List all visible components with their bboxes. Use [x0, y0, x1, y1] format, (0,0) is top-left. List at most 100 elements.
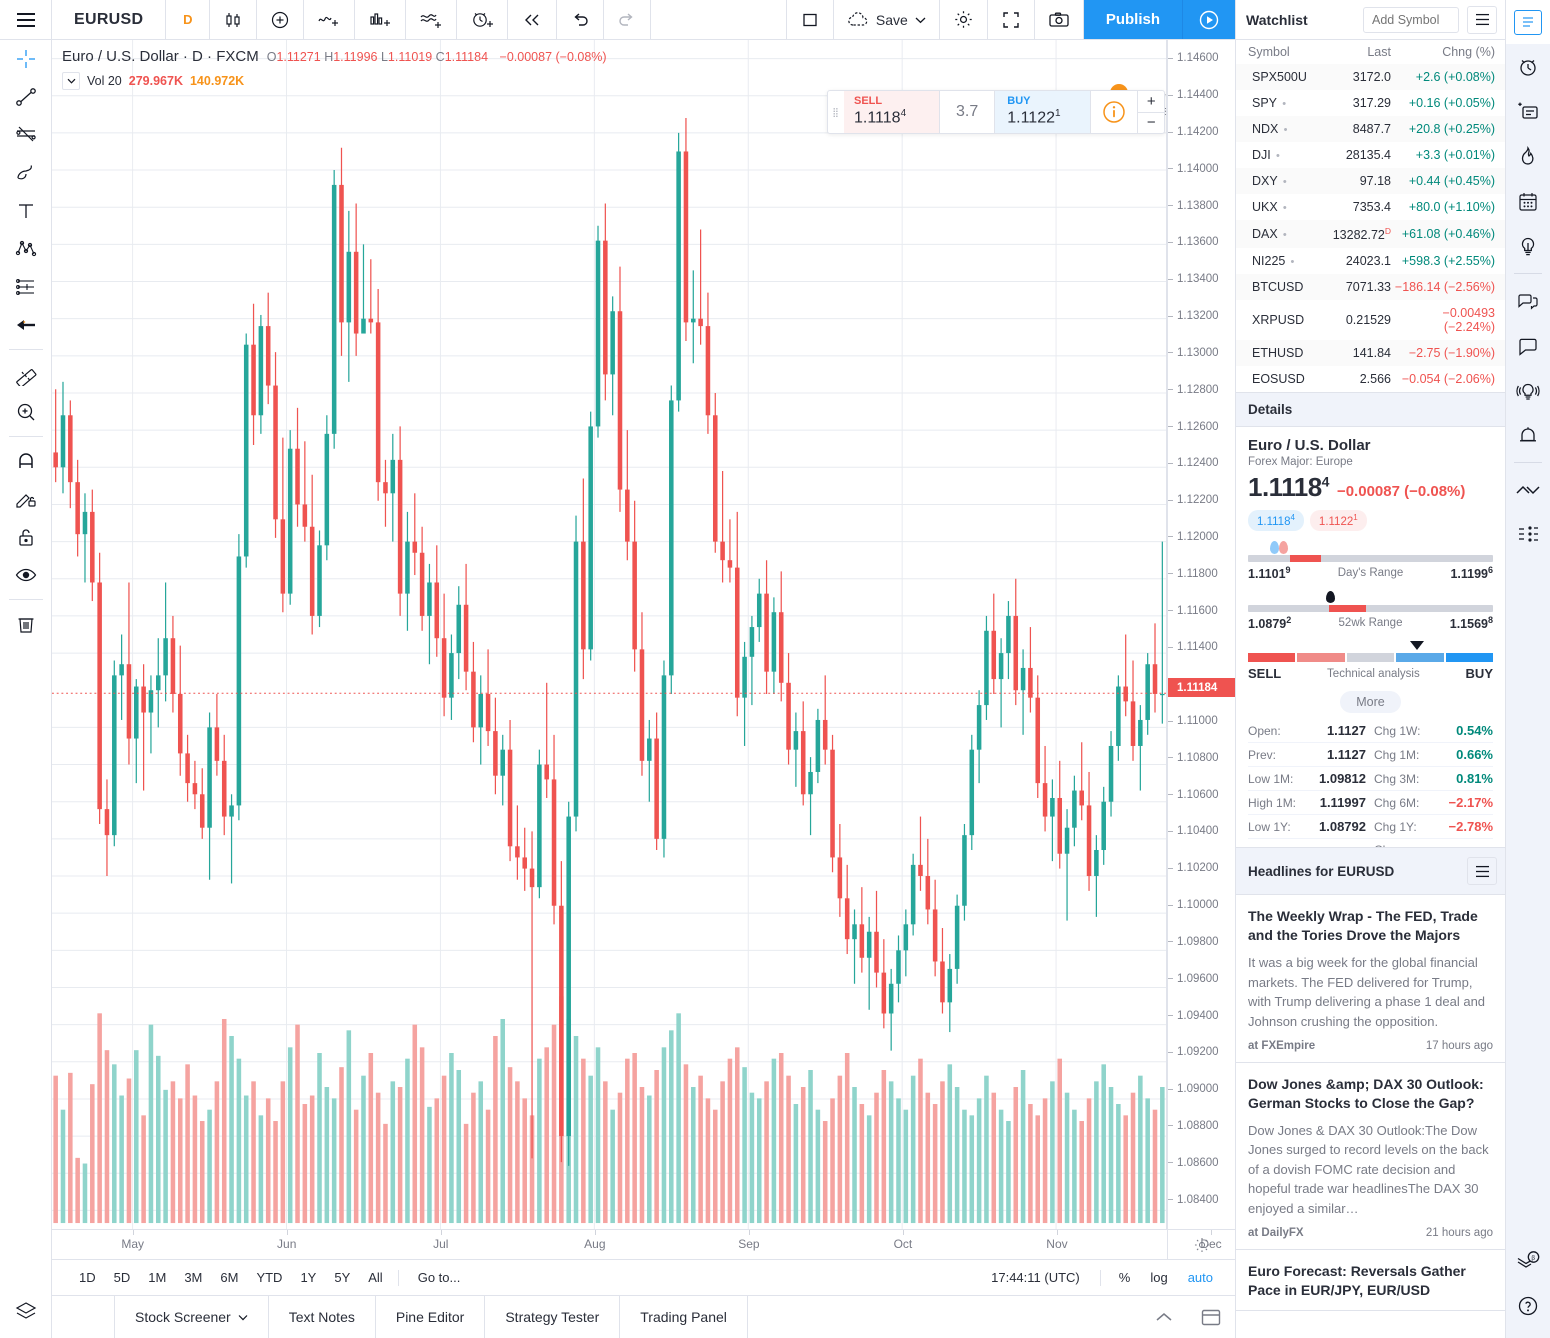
- percent-scale-toggle[interactable]: %: [1111, 1267, 1139, 1288]
- watchlist-menu-icon[interactable]: [1467, 5, 1497, 34]
- add-symbol-input[interactable]: [1363, 6, 1459, 33]
- text-tool-icon[interactable]: [0, 192, 52, 230]
- range-button-1d[interactable]: 1D: [70, 1267, 105, 1288]
- compare-add-icon[interactable]: [257, 0, 305, 39]
- private-chats-icon[interactable]: [1506, 323, 1550, 368]
- order-panel-icon[interactable]: [1506, 512, 1550, 557]
- hide-drawings-icon[interactable]: [0, 556, 52, 594]
- redo-icon[interactable]: [604, 0, 652, 39]
- bottom-tab-stock-screener[interactable]: Stock Screener: [114, 1296, 269, 1338]
- stay-in-drawing-mode-icon[interactable]: [0, 480, 52, 518]
- range-button-6m[interactable]: 6M: [211, 1267, 247, 1288]
- time-scale[interactable]: May Jun Jul Aug Sep Oct Nov Dec: [52, 1229, 1235, 1259]
- calendar-icon[interactable]: [1506, 179, 1550, 224]
- news-item[interactable]: Euro Forecast: Reversals Gather Pace in …: [1236, 1250, 1505, 1312]
- watchlist-row[interactable]: ETHUSD 141.84 −2.75 (−1.90%): [1236, 340, 1505, 367]
- go-to-date-button[interactable]: Go to...: [409, 1267, 470, 1288]
- watchlist-row[interactable]: XRPUSD 0.21529 −0.00493 (−2.24%): [1236, 300, 1505, 340]
- news-item[interactable]: Dow Jones &amp; DAX 30 Outlook: German S…: [1236, 1063, 1505, 1251]
- snapshot-camera-icon[interactable]: [1035, 0, 1084, 39]
- watchlist-panel-icon[interactable]: [1505, 0, 1550, 44]
- undo-icon[interactable]: [557, 0, 605, 39]
- chart-type-icon[interactable]: [210, 0, 258, 39]
- more-button[interactable]: More: [1340, 691, 1401, 714]
- bottom-tab-strategy-tester[interactable]: Strategy Tester: [485, 1296, 621, 1338]
- fib-tool-icon[interactable]: [0, 116, 52, 154]
- log-scale-toggle[interactable]: log: [1142, 1267, 1175, 1288]
- crosshair-tool-icon[interactable]: [0, 40, 52, 78]
- watchlist-row[interactable]: BTCUSD 7071.33 −186.14 (−2.56%): [1236, 274, 1505, 301]
- range-button-3m[interactable]: 3M: [175, 1267, 211, 1288]
- headlines-menu-icon[interactable]: [1467, 857, 1497, 886]
- ideas-lightbulb-icon[interactable]: [1506, 224, 1550, 269]
- auto-scale-toggle[interactable]: auto: [1180, 1267, 1221, 1288]
- chart-plot[interactable]: Euro / U.S. Dollar · D · FXCM O1.11271 H1…: [52, 40, 1167, 1229]
- price-scale[interactable]: 1.14600 1.14400 1.14200 1.14000 1.13800 1.136…: [1167, 40, 1235, 1229]
- info-icon[interactable]: [1090, 91, 1137, 133]
- decrease-button[interactable]: −: [1138, 113, 1164, 134]
- help-icon[interactable]: [1506, 1283, 1550, 1328]
- publish-button[interactable]: Publish: [1083, 0, 1183, 39]
- range-button-5y[interactable]: 5Y: [325, 1267, 359, 1288]
- watchlist-row[interactable]: DXY • 97.18 +0.44 (+0.45%): [1236, 168, 1505, 194]
- buy-button[interactable]: BUY 1.11221: [994, 91, 1091, 133]
- drag-handle-icon[interactable]: ⣿: [828, 91, 844, 133]
- news-feed[interactable]: The Weekly Wrap - The FED, Trade and the…: [1236, 895, 1505, 1338]
- interval-button[interactable]: D: [166, 0, 211, 39]
- watchlist-row[interactable]: UKX • 7353.4 +80.0 (+1.10%): [1236, 194, 1505, 220]
- watchlist-row[interactable]: DJI • 28135.4 +3.3 (+0.01%): [1236, 142, 1505, 168]
- bottom-tab-trading-panel[interactable]: Trading Panel: [620, 1296, 748, 1338]
- increase-button[interactable]: +: [1138, 91, 1165, 113]
- save-button[interactable]: Save: [834, 0, 940, 39]
- data-window-icon[interactable]: [1506, 89, 1550, 134]
- technical-analysis-gauge[interactable]: SELL Technical analysis BUY: [1248, 641, 1494, 681]
- range-button-5d[interactable]: 5D: [105, 1267, 140, 1288]
- chevron-down-icon[interactable]: [62, 72, 80, 90]
- go-live-icon[interactable]: [1183, 0, 1235, 39]
- alerts-clock-icon[interactable]: [1506, 44, 1550, 89]
- sell-button[interactable]: SELL 1.11184: [844, 91, 940, 133]
- range-button-ytd[interactable]: YTD: [247, 1267, 291, 1288]
- hotlist-fire-icon[interactable]: [1506, 134, 1550, 179]
- replay-icon[interactable]: [508, 0, 558, 39]
- magnet-tool-icon[interactable]: [0, 442, 52, 480]
- news-item[interactable]: The Weekly Wrap - The FED, Trade and the…: [1236, 895, 1505, 1064]
- remove-drawings-icon[interactable]: [0, 605, 52, 643]
- watchlist-row[interactable]: NI225 • 24023.1 +598.3 (+2.55%): [1236, 248, 1505, 274]
- collapse-panel-icon[interactable]: [1141, 1296, 1187, 1338]
- ideas-chevrons-icon[interactable]: [1506, 467, 1550, 512]
- brokers-icon[interactable]: β: [1506, 1238, 1550, 1283]
- range-button-1y[interactable]: 1Y: [291, 1267, 325, 1288]
- watchlist-row[interactable]: DAX • 13282.72D +61.08 (+0.46%): [1236, 220, 1505, 249]
- chart-settings-gear-icon[interactable]: [940, 0, 988, 39]
- alert-icon[interactable]: [457, 0, 509, 39]
- trend-line-tool-icon[interactable]: [0, 78, 52, 116]
- bottom-tab-pine-editor[interactable]: Pine Editor: [376, 1296, 486, 1338]
- pattern-tool-icon[interactable]: [0, 230, 52, 268]
- notifications-bell-icon[interactable]: [1506, 413, 1550, 458]
- zoom-in-tool-icon[interactable]: [0, 393, 52, 431]
- prediction-tool-icon[interactable]: [0, 268, 52, 306]
- bid-pill[interactable]: 1.11184: [1248, 510, 1304, 531]
- menu-button[interactable]: [0, 0, 51, 40]
- watchlist-row[interactable]: SPX500U 3172.0 +2.6 (+0.08%): [1236, 64, 1505, 90]
- layers-icon[interactable]: [0, 1292, 52, 1330]
- measure-tool-icon[interactable]: [0, 355, 52, 393]
- range-button-1m[interactable]: 1M: [139, 1267, 175, 1288]
- financials-icon[interactable]: [355, 0, 407, 39]
- bottom-tab-text-notes[interactable]: Text Notes: [269, 1296, 376, 1338]
- lock-drawings-icon[interactable]: [0, 518, 52, 556]
- quantity-stepper[interactable]: + −: [1137, 91, 1165, 134]
- indicators-icon[interactable]: [304, 0, 356, 39]
- arrow-marker-icon[interactable]: [0, 306, 52, 344]
- stream-broadcast-icon[interactable]: [1506, 368, 1550, 413]
- brush-tool-icon[interactable]: [0, 154, 52, 192]
- order-ticket-widget[interactable]: ⣿ SELL 1.11184 3.7 BUY 1.11221 + −: [827, 90, 1166, 134]
- range-button-all[interactable]: All: [359, 1267, 391, 1288]
- watchlist-row[interactable]: EOSUSD 2.566 −0.054 (−2.06%): [1236, 366, 1505, 392]
- panel-layout-icon[interactable]: [1187, 1296, 1235, 1338]
- public-chats-icon[interactable]: [1506, 278, 1550, 323]
- symbol-search-button[interactable]: EURUSD: [52, 0, 167, 39]
- layout-select-icon[interactable]: [787, 0, 834, 39]
- watchlist-row[interactable]: NDX • 8487.7 +20.8 (+0.25%): [1236, 116, 1505, 142]
